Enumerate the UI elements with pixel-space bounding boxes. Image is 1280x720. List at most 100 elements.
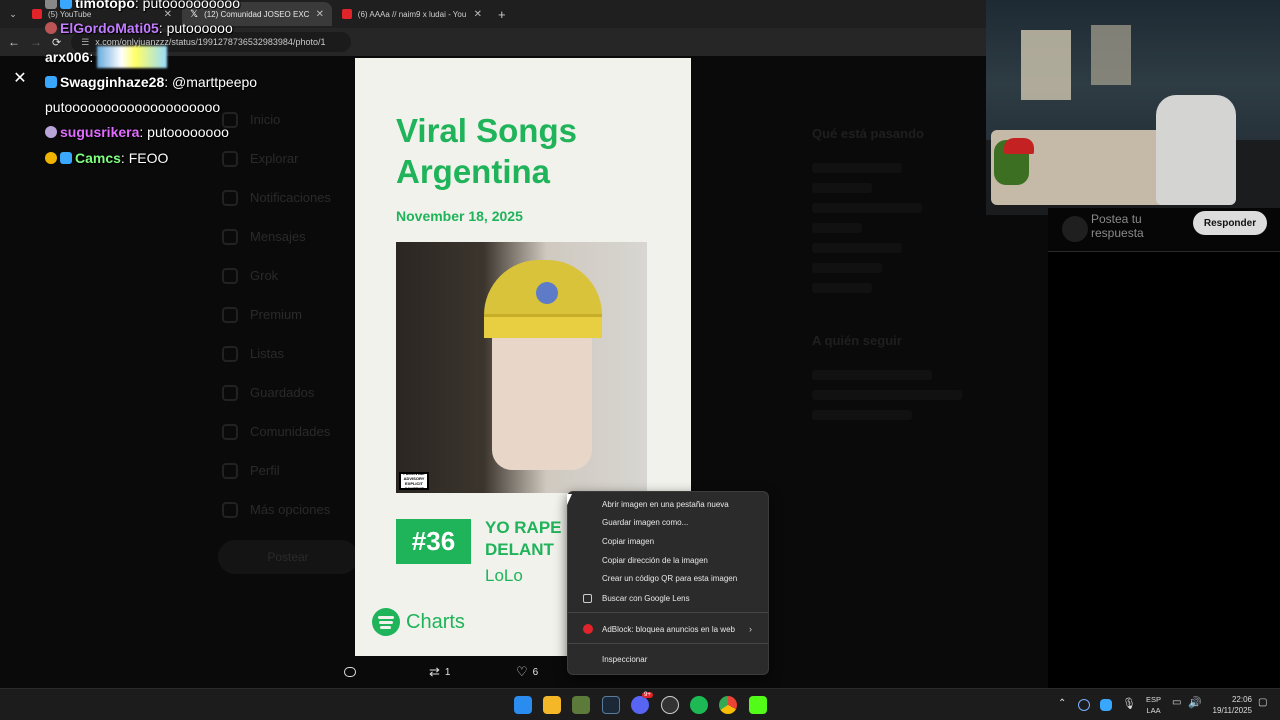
network-icon[interactable]: ▭ [1172, 697, 1181, 708]
close-tab-icon[interactable]: ✕ [316, 9, 324, 20]
mail-icon [222, 228, 238, 245]
poster-title: Viral Songs Argentina [396, 110, 577, 192]
tray-overflow-icon[interactable]: ⌃ [1058, 698, 1066, 709]
comment-icon [344, 667, 356, 677]
desktop-screen: ⌄ (5) YouTube ✕ 𝕏 (12) Comunidad JOSEO E… [0, 0, 1280, 720]
nav-item-grok[interactable]: Grok [222, 256, 362, 295]
steam-icon[interactable] [602, 696, 620, 714]
chat-badge-icon [45, 126, 57, 138]
adblock-icon [583, 624, 593, 634]
chat-username: Swagginhaze28 [60, 74, 165, 90]
submenu-arrow-icon: › [749, 624, 752, 634]
notifications-icon[interactable]: ▢ [1258, 697, 1267, 708]
sync-icon[interactable] [1078, 699, 1090, 711]
forward-icon[interactable]: → [30, 35, 42, 49]
menu-item-create-qr[interactable]: Crear un código QR para esta imagen [568, 570, 768, 586]
close-tab-icon[interactable]: ✕ [474, 9, 482, 20]
clock-date: 19/11/2025 [1212, 706, 1252, 715]
post-button[interactable]: Postear [218, 540, 358, 574]
nav-label: Listas [250, 346, 284, 361]
tab-youtube-song[interactable]: (6) AAAa // naim9 x ludai - You ✕ [334, 2, 490, 26]
language-indicator[interactable]: ESP LAA [1146, 694, 1161, 716]
tab-list-dropdown-icon[interactable]: ⌄ [4, 9, 22, 20]
keyboard-layout: LAA [1146, 706, 1161, 715]
nav-item-perfil[interactable]: Perfil [222, 451, 362, 490]
chat-message: sugusrikera: putoooooooo [45, 124, 229, 140]
windows-start-icon[interactable] [514, 696, 532, 714]
minecraft-icon[interactable] [572, 696, 590, 714]
discord-badge: 9+ [642, 692, 653, 698]
nav-item-inicio[interactable]: Inicio [222, 100, 362, 139]
who-to-follow-title: A quién seguir [812, 333, 902, 348]
replies-panel [1048, 252, 1280, 688]
search-icon [222, 150, 238, 167]
menu-item-google-lens[interactable]: Buscar con Google Lens [568, 590, 768, 606]
nav-item-premium[interactable]: Premium [222, 295, 362, 334]
chat-badge-icon [45, 22, 57, 34]
file-explorer-icon[interactable] [543, 696, 561, 714]
spotify-taskbar-icon[interactable] [690, 696, 708, 714]
system-clock[interactable]: 22:06 19/11/2025 [1213, 694, 1252, 716]
nav-item-mas-opciones[interactable]: Más opciones [222, 490, 362, 529]
chat-text: putoooooooo [147, 124, 229, 140]
close-viewer-icon[interactable]: ✕ [10, 68, 30, 88]
chat-text: putoooooooooooooooooooo [45, 99, 221, 115]
reply-composer: Postea tu respuesta Responder [1048, 208, 1280, 252]
song-title: YO RAPE DELANT [485, 518, 562, 559]
nav-item-explorar[interactable]: Explorar [222, 139, 362, 178]
nav-label: Explorar [250, 151, 299, 166]
chat-text: @marttpeepo [172, 74, 258, 90]
chat-message: ElGordoMati05: putoooooo [45, 20, 233, 36]
chrome-icon[interactable] [719, 696, 737, 714]
menu-item-inspect[interactable]: Inspeccionar [568, 651, 768, 667]
nav-item-comunidades[interactable]: Comunidades [222, 412, 362, 451]
google-lens-icon [583, 593, 592, 603]
menu-item-label: Inspeccionar [602, 654, 648, 664]
new-tab-button[interactable]: + [492, 7, 512, 22]
spotify-icon [372, 608, 400, 636]
nav-item-listas[interactable]: Listas [222, 334, 362, 373]
menu-item-copy-image-address[interactable]: Copiar dirección de la imagen [568, 552, 768, 568]
security-icon[interactable] [1100, 699, 1112, 711]
nav-item-notificaciones[interactable]: Notificaciones [222, 178, 362, 217]
nav-item-guardados[interactable]: Guardados [222, 373, 362, 412]
reply-input[interactable]: Postea tu respuesta [1091, 212, 1171, 240]
menu-item-open-new-tab[interactable]: Abrir imagen en una pestaña nueva [568, 496, 768, 512]
back-icon[interactable]: ← [8, 35, 20, 49]
menu-item-save-image[interactable]: Guardar imagen como... [568, 514, 768, 530]
volume-icon[interactable]: 🔊 [1188, 696, 1202, 709]
chat-badge-icon [45, 0, 57, 9]
chat-username: Camcs [75, 150, 121, 166]
repost-action[interactable]: ⇄ 1 [429, 664, 450, 680]
chat-username: ElGordoMati05 [60, 20, 159, 36]
nav-label: Mensajes [250, 229, 306, 244]
poster-date: November 18, 2025 [396, 208, 523, 224]
reply-action[interactable] [344, 667, 356, 677]
discord-icon[interactable] [631, 696, 649, 714]
right-sidebar: Qué está pasando A quién seguir [812, 126, 1012, 430]
poster-title-line2: Argentina [396, 153, 551, 190]
reply-button[interactable]: Responder [1193, 211, 1267, 235]
webcam-chair [1156, 95, 1236, 205]
nav-item-mensajes[interactable]: Mensajes [222, 217, 362, 256]
menu-item-adblock[interactable]: AdBlock: bloquea anuncios en la web › [568, 621, 768, 637]
chat-message: Camcs: FEOO [45, 150, 168, 166]
grok-icon [222, 267, 238, 284]
kick-icon[interactable] [749, 696, 767, 714]
chart-rank: #36 [396, 519, 471, 564]
nav-label: Comunidades [250, 424, 331, 439]
communities-icon [222, 423, 238, 440]
menu-item-label: Abrir imagen en una pestaña nueva [602, 499, 729, 509]
chat-text: putoooooo [166, 20, 233, 36]
obs-icon[interactable] [661, 696, 679, 714]
avatar [1062, 216, 1088, 242]
like-action[interactable]: ♡ 6 [516, 664, 538, 680]
menu-item-copy-image[interactable]: Copiar imagen [568, 533, 768, 549]
nav-label: Guardados [250, 385, 315, 400]
artist-photo: PARENTAL ADVISORY EXPLICIT CONTENT [396, 242, 647, 493]
youtube-icon [342, 9, 352, 19]
trending-title: Qué está pasando [812, 126, 924, 141]
chat-text: putoooooooooo [142, 0, 240, 11]
menu-item-label: AdBlock: bloquea anuncios en la web [602, 624, 735, 634]
microphone-icon[interactable]: 🎙 [1122, 697, 1136, 710]
